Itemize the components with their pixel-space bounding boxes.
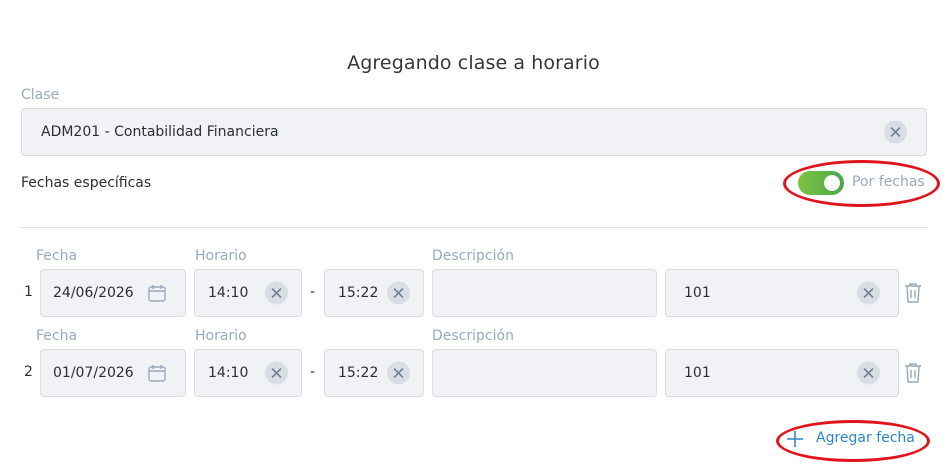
end-time-value: 15:22 [338, 285, 379, 301]
by-dates-toggle[interactable]: Por fechas [798, 171, 928, 197]
start-time-field[interactable]: 14:10 [194, 349, 302, 397]
clear-class-icon[interactable] [884, 120, 907, 144]
clear-end-time-icon[interactable] [387, 281, 410, 305]
description-column-label: Descripción [432, 328, 514, 344]
row-number: 2 [24, 364, 33, 380]
trash-icon[interactable] [904, 362, 922, 384]
class-select[interactable]: ADM201 - Contabilidad Financiera [21, 108, 927, 156]
room-select[interactable]: 101 [665, 269, 899, 317]
date-value: 01/07/2026 [53, 365, 134, 381]
time-separator: - [310, 364, 316, 380]
date-column-label: Fecha [36, 248, 78, 264]
end-time-field[interactable]: 15:22 [324, 269, 424, 317]
description-field[interactable] [432, 269, 657, 317]
add-date-label: Agregar fecha [816, 430, 915, 446]
toggle-knob [824, 175, 840, 191]
description-column-label: Descripción [432, 248, 514, 264]
end-time-field[interactable]: 15:22 [324, 349, 424, 397]
start-time-value: 14:10 [208, 365, 249, 381]
date-field[interactable]: 24/06/2026 [40, 269, 186, 317]
specific-dates-label: Fechas específicas [21, 175, 152, 191]
room-select[interactable]: 101 [665, 349, 899, 397]
start-time-value: 14:10 [208, 285, 249, 301]
schedule-column-label: Horario [195, 248, 247, 264]
room-value: 101 [684, 365, 711, 381]
row-number: 1 [24, 284, 33, 300]
time-separator: - [310, 284, 316, 300]
calendar-icon[interactable] [147, 363, 167, 383]
class-value: ADM201 - Contabilidad Financiera [41, 124, 279, 140]
description-field[interactable] [432, 349, 657, 397]
clear-start-time-icon[interactable] [265, 281, 288, 305]
toggle-switch[interactable] [798, 171, 844, 195]
clear-start-time-icon[interactable] [265, 361, 288, 385]
plus-icon [787, 431, 803, 447]
toggle-label: Por fechas [852, 174, 925, 190]
trash-icon[interactable] [904, 282, 922, 304]
clear-room-icon[interactable] [857, 281, 880, 305]
class-label: Clase [21, 87, 60, 103]
date-value: 24/06/2026 [53, 285, 134, 301]
date-field[interactable]: 01/07/2026 [40, 349, 186, 397]
calendar-icon[interactable] [147, 283, 167, 303]
clear-end-time-icon[interactable] [387, 361, 410, 385]
divider [20, 227, 927, 228]
room-value: 101 [684, 285, 711, 301]
schedule-column-label: Horario [195, 328, 247, 344]
clear-room-icon[interactable] [857, 361, 880, 385]
start-time-field[interactable]: 14:10 [194, 269, 302, 317]
date-column-label: Fecha [36, 328, 78, 344]
end-time-value: 15:22 [338, 365, 379, 381]
dialog-title: Agregando clase a horario [347, 52, 600, 74]
